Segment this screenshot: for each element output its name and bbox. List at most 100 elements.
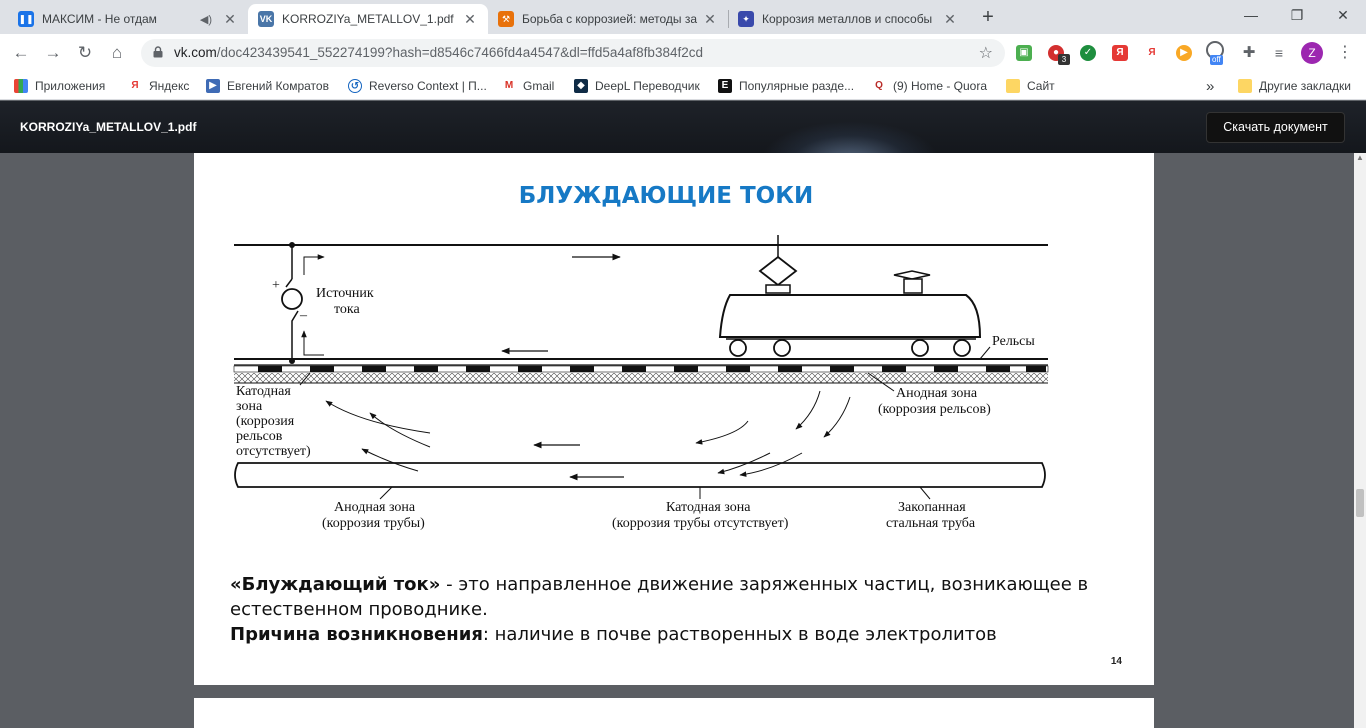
- plus-sign: +: [272, 278, 280, 293]
- bookmark-label: Reverso Context | П...: [369, 79, 487, 93]
- svg-text:Анодная зона: Анодная зона: [896, 386, 978, 401]
- bookmark-star-icon[interactable]: ☆: [979, 43, 993, 63]
- close-tab-icon[interactable]: ✕: [222, 11, 238, 27]
- yandex-icon: Я: [128, 79, 142, 93]
- svg-text:рельсов: рельсов: [236, 429, 283, 444]
- bookmarks-bar: Приложения Я Яндекс ▶ Евгений Комратов ↺…: [0, 72, 1366, 100]
- svg-text:(коррозия трубы): (коррозия трубы): [322, 516, 425, 531]
- tab-korroziya-metallov[interactable]: ✦ Коррозия металлов и способы ✕: [728, 4, 968, 34]
- minus-sign: –: [299, 308, 308, 323]
- tab-korroziya-pdf[interactable]: VK KORROZIYa_METALLOV_1.pdf ✕: [248, 4, 488, 34]
- maximize-button[interactable]: ❐: [1274, 0, 1320, 30]
- stray-current-arrow: [823, 396, 851, 438]
- bookmark-popular[interactable]: E Популярные разде...: [718, 77, 854, 95]
- extension-badge-count: 3: [1058, 54, 1070, 65]
- extension-image-icon[interactable]: ▣: [1016, 45, 1032, 61]
- bookmark-deepl[interactable]: ◆ DeepL Переводчик: [574, 77, 700, 95]
- rails-label: Рельсы: [992, 334, 1035, 349]
- bookmark-label: Яндекс: [149, 79, 190, 93]
- speaker-icon[interactable]: ◀): [200, 13, 212, 26]
- close-tab-icon[interactable]: ✕: [702, 11, 718, 27]
- svg-text:зона: зона: [236, 399, 263, 414]
- page-number: 14: [1110, 656, 1122, 667]
- checkmark-icon[interactable]: ✓: [1080, 45, 1096, 61]
- tab-maksim[interactable]: ❚❚ МАКСИМ - Не отдам ◀) ✕: [8, 4, 248, 34]
- home-icon[interactable]: ⌂: [104, 40, 130, 66]
- hammer-icon: ⚒: [498, 11, 514, 27]
- anode-zone-pipe-label: Анодная зона (коррозия трубы): [322, 500, 425, 531]
- tab-title: МАКСИМ - Не отдам: [42, 12, 157, 26]
- pause-icon: ❚❚: [18, 11, 34, 27]
- source-arrow-up: [303, 254, 325, 275]
- bookmark-gmail[interactable]: M Gmail: [502, 77, 554, 95]
- stray-current-arrow: [369, 412, 431, 448]
- url-path: /doc423439541_552274199?hash=d8546c7466f…: [216, 45, 703, 60]
- other-bookmarks-label: Другие закладки: [1259, 79, 1351, 93]
- forward-arrow-icon[interactable]: →: [40, 40, 66, 66]
- download-document-button[interactable]: Скачать документ: [1206, 112, 1345, 143]
- bookmark-yandex[interactable]: Я Яндекс: [128, 77, 189, 95]
- svg-text:Закопанная: Закопанная: [898, 500, 966, 515]
- close-tab-icon[interactable]: ✕: [462, 11, 478, 27]
- profile-avatar[interactable]: Z: [1301, 42, 1323, 64]
- minimize-button[interactable]: —: [1228, 0, 1274, 30]
- extension-off-icon[interactable]: off: [1206, 41, 1228, 65]
- pdf-page: БЛУЖДАЮЩИЕ ТОКИ + – Источник тока Рельсы…: [194, 153, 1154, 685]
- vk-icon: VK: [258, 11, 274, 27]
- bookmark-reverso[interactable]: ↺ Reverso Context | П...: [348, 77, 487, 95]
- svg-text:стальная труба: стальная труба: [886, 516, 976, 531]
- new-tab-button[interactable]: +: [975, 6, 1001, 30]
- play-icon[interactable]: ▶: [1176, 45, 1192, 61]
- menu-dots-icon[interactable]: ⋮: [1332, 40, 1358, 66]
- tab-title: KORROZIYa_METALLOV_1.pdf: [282, 12, 454, 26]
- planet-glow-decoration: [760, 121, 940, 153]
- other-bookmarks[interactable]: Другие закладки: [1238, 77, 1351, 95]
- scroll-up-arrow-icon[interactable]: ▲: [1355, 153, 1365, 165]
- url-text: vk.com/doc423439541_552274199?hash=d8546…: [174, 45, 703, 60]
- folder-icon: [1006, 79, 1020, 93]
- puzzle-icon[interactable]: ✚: [1236, 40, 1262, 66]
- tab-borba-s-korroziey[interactable]: ⚒ Борьба с коррозией: методы за ✕: [488, 4, 728, 34]
- stray-current-arrow: [695, 420, 749, 445]
- source-label-line1: Источник: [316, 286, 374, 301]
- reload-icon[interactable]: ↻: [72, 40, 98, 66]
- bookmark-label: DeepL Переводчик: [595, 79, 700, 93]
- deepl-icon: ◆: [574, 79, 588, 93]
- tab-title: Коррозия металлов и способы: [762, 12, 933, 26]
- definition-term: «Блуждающий ток»: [230, 574, 441, 595]
- buried-steel-pipe: [234, 462, 1046, 488]
- yandex-search-icon[interactable]: Я: [1144, 45, 1160, 61]
- bookmark-label: Популярные разде...: [739, 79, 855, 93]
- slide-body-text: «Блуждающий ток» - это направленное движ…: [230, 572, 1090, 647]
- vertical-scrollbar[interactable]: ▲: [1354, 153, 1366, 728]
- stray-current-arrow: [325, 400, 431, 434]
- bookmark-label: (9) Home - Quora: [893, 79, 988, 93]
- bookmark-evgeniy-komratov[interactable]: ▶ Евгений Комратов: [206, 77, 329, 95]
- svg-text:Катодная зона: Катодная зона: [666, 500, 751, 515]
- scroll-thumb[interactable]: [1356, 489, 1364, 517]
- anode-zone-rail-label: Анодная зона (коррозия рельсов): [878, 386, 991, 417]
- url-host: vk.com: [174, 45, 217, 60]
- source-label-line2: тока: [334, 302, 361, 317]
- bookmark-apps[interactable]: Приложения: [14, 77, 105, 95]
- browser-toolbar: ← → ↻ ⌂ vk.com/doc423439541_552274199?ha…: [0, 34, 1366, 72]
- close-window-button[interactable]: ✕: [1320, 0, 1366, 30]
- back-arrow-icon[interactable]: ←: [8, 40, 34, 66]
- stray-current-diagram: + – Источник тока Рельсы Катодная зона (…: [233, 235, 1049, 531]
- address-bar[interactable]: vk.com/doc423439541_552274199?hash=d8546…: [141, 39, 1005, 67]
- media-queue-icon[interactable]: ≡: [1266, 40, 1292, 66]
- document-viewer-header: KORROZIYa_METALLOV_1.pdf Скачать докумен…: [0, 101, 1366, 153]
- bookmark-quora[interactable]: Q (9) Home - Quora: [872, 77, 987, 95]
- bookmark-label: Gmail: [523, 79, 555, 93]
- quora-icon: Q: [872, 79, 886, 93]
- yandex-ext-icon[interactable]: Я: [1112, 45, 1128, 61]
- close-tab-icon[interactable]: ✕: [942, 11, 958, 27]
- buried-pipe-label: Закопанная стальная труба: [886, 500, 976, 531]
- bookmarks-overflow-button[interactable]: »: [1206, 77, 1214, 95]
- current-source-symbol: [281, 288, 303, 310]
- bookmark-sayt[interactable]: Сайт: [1006, 77, 1055, 95]
- bookmark-label: Евгений Комратов: [227, 79, 329, 93]
- pdf-next-page: [194, 698, 1154, 728]
- locomotive: [718, 235, 982, 357]
- compass-icon: ✦: [738, 11, 754, 27]
